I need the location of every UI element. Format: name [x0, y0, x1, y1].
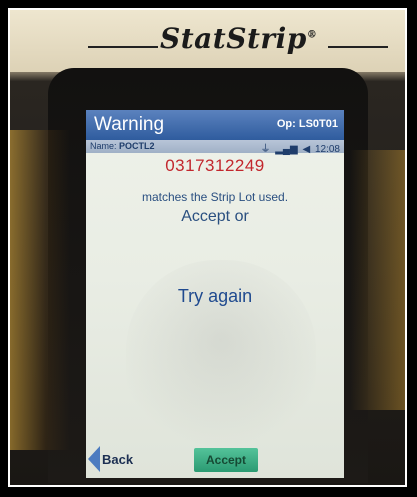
message-line-1: matches the Strip Lot used.	[141, 190, 289, 204]
accept-label: Accept	[205, 453, 246, 467]
glare-right	[350, 150, 405, 410]
status-bar: Name: POCTL2 ⏚ ▂▄▆ ◀ 12:08	[86, 140, 344, 155]
accept-button[interactable]: Accept	[194, 448, 258, 472]
back-label: Back	[102, 452, 134, 467]
name-field: Name: POCTL2	[90, 141, 155, 151]
speaker-icon: ◀	[302, 144, 311, 155]
photo-frame: StatStrip® Warning Op: LS0T01 Name: POCT…	[0, 0, 417, 497]
clock-time: 12:08	[314, 144, 340, 155]
message-line-2: Accept or	[181, 208, 249, 225]
name-value: POCTL2	[119, 141, 155, 151]
try-again-container: Try again	[86, 286, 344, 307]
lot-number: 0317312249	[165, 156, 265, 175]
brand-rule-left	[88, 46, 158, 48]
brand-logo: StatStrip®	[160, 22, 318, 55]
name-label: Name:	[90, 141, 117, 151]
device-screen: Warning Op: LS0T01 Name: POCTL2 ⏚ ▂▄▆ ◀ …	[86, 110, 344, 478]
back-button[interactable]: Back	[88, 446, 148, 472]
screen-title: Warning	[94, 114, 165, 135]
try-again-button[interactable]: Try again	[178, 286, 252, 306]
brand-rule-right	[328, 46, 388, 48]
usb-icon: ⏚	[260, 144, 271, 155]
title-bar: Warning Op: LS0T01	[86, 110, 344, 140]
operator-id: Op: LS0T01	[276, 118, 338, 130]
glare-left	[10, 130, 70, 450]
brand-band: StatStrip®	[10, 10, 405, 72]
device-photo: StatStrip® Warning Op: LS0T01 Name: POCT…	[8, 8, 407, 487]
status-icons: ⏚ ▂▄▆ ◀ 12:08	[258, 140, 340, 155]
signal-bars-icon: ▂▄▆	[275, 144, 298, 155]
back-arrow-icon	[88, 446, 100, 472]
